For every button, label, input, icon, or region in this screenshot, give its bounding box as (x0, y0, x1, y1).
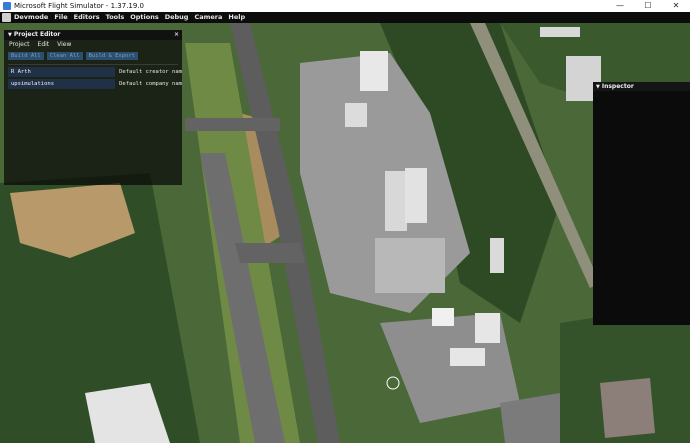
build-export-button[interactable]: Build & Export (85, 52, 138, 60)
menu-devmode[interactable]: Devmode (14, 12, 48, 23)
inspector-title: Inspector (601, 83, 634, 90)
divider (8, 64, 178, 65)
project-editor-menu: Project Edit View (4, 40, 182, 50)
collapse-triangle-icon[interactable]: ▼ (8, 32, 12, 38)
window-controls: — ☐ ✕ (606, 0, 690, 12)
project-editor-title: Project Editor (13, 31, 61, 38)
creator-name-row: R Arth Default creator nam (8, 67, 182, 77)
creator-name-label: Default creator nam (119, 69, 182, 75)
menu-editors[interactable]: Editors (74, 12, 100, 23)
company-name-row: upsimulations Default company nam (8, 79, 182, 89)
msfs-logo-icon (2, 13, 11, 22)
clean-all-button[interactable]: Clean All (46, 52, 83, 60)
creator-name-input[interactable]: R Arth (8, 67, 116, 77)
company-name-input[interactable]: upsimulations (8, 79, 116, 89)
project-editor-header[interactable]: ▼ Project Editor × (4, 30, 182, 40)
menu-camera[interactable]: Camera (194, 12, 222, 23)
menu-view[interactable]: View (57, 40, 71, 50)
close-icon[interactable]: × (174, 30, 179, 40)
build-all-button[interactable]: Build All (8, 52, 44, 60)
minimize-button[interactable]: — (606, 0, 634, 12)
devmode-menubar: Devmode File Editors Tools Options Debug… (0, 12, 690, 23)
inspector-header[interactable]: ▼ Inspector (593, 82, 690, 91)
company-name-label: Default company nam (119, 81, 182, 87)
menu-tools[interactable]: Tools (106, 12, 125, 23)
maximize-button[interactable]: ☐ (634, 0, 662, 12)
app-icon (3, 2, 11, 10)
menu-project[interactable]: Project (9, 40, 30, 50)
menu-debug[interactable]: Debug (165, 12, 189, 23)
close-button[interactable]: ✕ (662, 0, 690, 12)
menu-options[interactable]: Options (130, 12, 158, 23)
window-title: Microsoft Flight Simulator - 1.37.19.0 (14, 2, 145, 10)
project-editor-panel[interactable]: ▼ Project Editor × Project Edit View Buil… (4, 30, 182, 185)
menu-edit[interactable]: Edit (38, 40, 50, 50)
inspector-panel[interactable]: ▼ Inspector (593, 82, 690, 325)
menu-file[interactable]: File (54, 12, 67, 23)
menu-help[interactable]: Help (228, 12, 245, 23)
collapse-triangle-icon[interactable]: ▼ (596, 84, 600, 90)
window-titlebar: Microsoft Flight Simulator - 1.37.19.0 —… (0, 0, 690, 12)
build-buttons: Build All Clean All Build & Export (4, 50, 182, 62)
